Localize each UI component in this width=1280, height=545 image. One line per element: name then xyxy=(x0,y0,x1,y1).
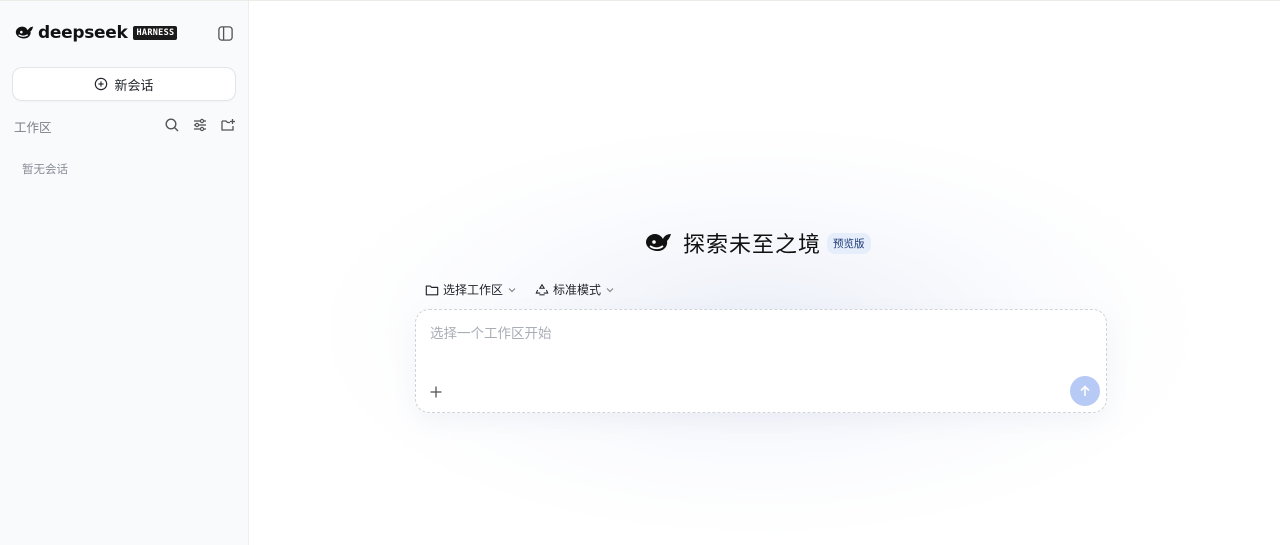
main-panel: 探索未至之境 预览版 选择工作区 标准模式 xyxy=(249,1,1280,545)
sidebar-toggle-icon[interactable] xyxy=(217,25,234,42)
chevron-down-icon xyxy=(606,287,614,292)
hero-heading: 探索未至之境 预览版 xyxy=(644,227,871,259)
brand: deepseek HARNESS xyxy=(14,23,178,43)
add-folder-icon[interactable] xyxy=(220,117,236,133)
whale-logo-icon xyxy=(646,234,671,251)
workspace-actions xyxy=(164,117,236,133)
workspace-label: 工作区 xyxy=(14,119,52,135)
brand-badge: HARNESS xyxy=(133,26,178,40)
empty-sessions-text: 暂无会话 xyxy=(22,162,68,176)
filter-icon[interactable] xyxy=(192,117,208,133)
app-window: deepseek HARNESS 新会话 工作区 暂无会话 探索未至之境 预览版… xyxy=(0,0,1280,545)
send-button[interactable] xyxy=(1070,376,1100,406)
chevron-down-icon xyxy=(508,287,516,292)
search-icon[interactable] xyxy=(164,117,180,133)
preview-badge: 预览版 xyxy=(827,232,871,254)
arrow-up-icon xyxy=(1080,385,1090,396)
workspace-selector-label: 选择工作区 xyxy=(443,283,504,297)
composer-box xyxy=(415,309,1107,413)
hero-title: 探索未至之境 xyxy=(683,233,822,258)
brand-name: deepseek xyxy=(38,23,128,43)
mode-selector-label: 标准模式 xyxy=(553,283,602,297)
new-chat-button[interactable]: 新会话 xyxy=(12,67,236,101)
composer-selectors: 选择工作区 标准模式 xyxy=(425,281,615,298)
plus-circle-icon xyxy=(95,77,108,91)
workspace-selector[interactable]: 选择工作区 xyxy=(425,281,517,298)
sidebar: deepseek HARNESS 新会话 工作区 暂无会话 xyxy=(0,1,249,545)
workspace-header: 工作区 xyxy=(14,117,236,135)
mode-selector[interactable]: 标准模式 xyxy=(535,281,615,298)
plus-icon[interactable] xyxy=(428,384,444,400)
message-input[interactable] xyxy=(430,322,1050,346)
whale-logo-icon xyxy=(15,26,34,39)
new-chat-label: 新会话 xyxy=(114,78,154,94)
folder-icon xyxy=(425,284,439,295)
recycle-icon xyxy=(535,283,549,295)
